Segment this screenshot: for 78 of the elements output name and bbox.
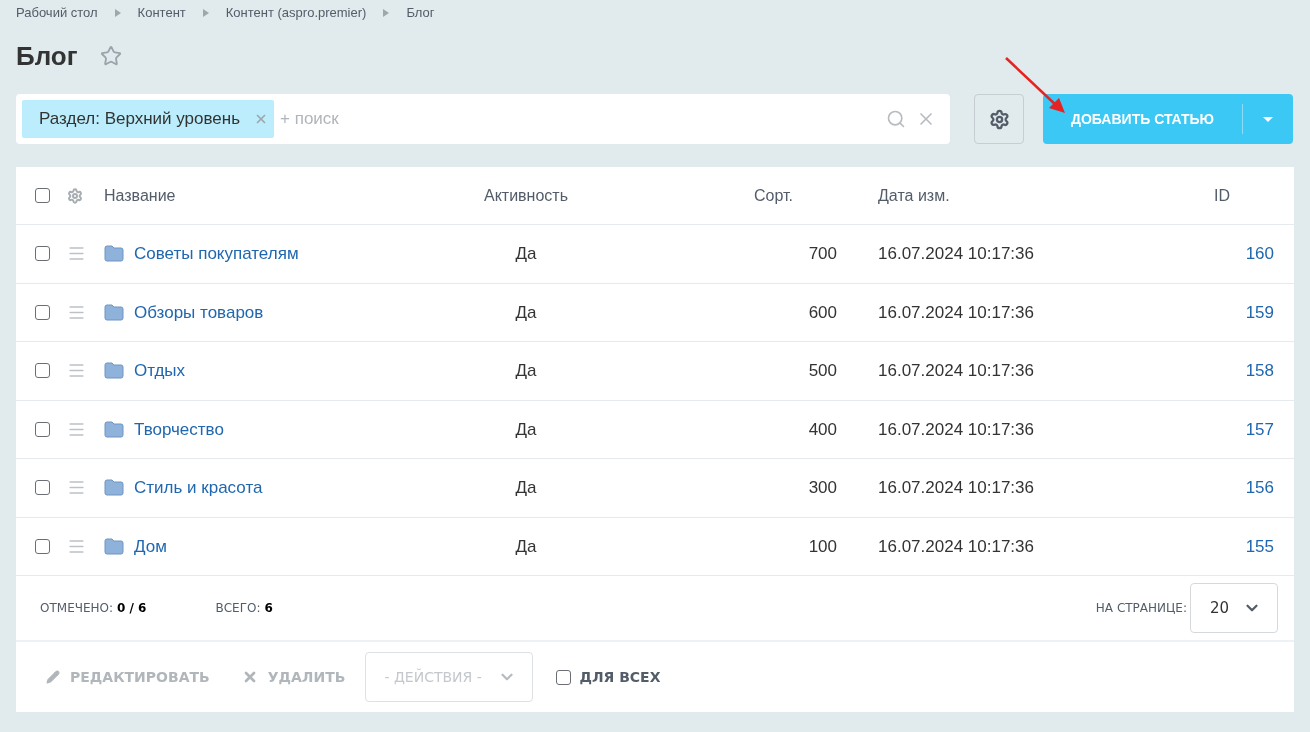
id-link[interactable]: 157: [1245, 416, 1294, 442]
date-cell-text: 16.07.2024 10:17:36: [877, 418, 1035, 441]
folder-icon: [104, 420, 124, 438]
section-name-link[interactable]: Отдых: [134, 358, 186, 384]
column-header[interactable]: Сорт.: [754, 183, 837, 208]
per-page-label: НА СТРАНИЦЕ:: [1095, 600, 1187, 617]
dropdown-caret-icon[interactable]: [1263, 116, 1273, 122]
settings-button[interactable]: [974, 94, 1024, 144]
activity-cell-text: Да: [515, 243, 537, 265]
sort-cell-text: 700: [808, 243, 837, 265]
activity-cell-text: Да: [515, 418, 537, 441]
date-cell-text: 16.07.2024 10:17:36: [877, 301, 1035, 324]
actions-dropdown-label: - ДЕЙСТВИЯ -: [384, 667, 482, 687]
row-checkbox[interactable]: [35, 363, 50, 379]
breadcrumb-separator-icon: [202, 9, 209, 17]
date-cell-text: 16.07.2024 10:17:36: [877, 360, 1035, 382]
folder-icon: [104, 537, 124, 555]
id-link[interactable]: 156: [1245, 475, 1294, 501]
sort-cell-text: 500: [808, 360, 837, 382]
row-checkbox[interactable]: [35, 246, 50, 262]
filter-tag[interactable]: Раздел: Верхний уровень: [22, 100, 275, 138]
search-input[interactable]: + поиск: [280, 106, 886, 132]
section-name-link[interactable]: Творчество: [134, 416, 224, 442]
total-count-label: ВСЕГО:: [215, 600, 261, 617]
breadcrumb-link[interactable]: Контент: [137, 3, 186, 23]
id-link[interactable]: 160: [1245, 241, 1294, 267]
activity-cell-text: Да: [515, 535, 537, 558]
id-link[interactable]: 155: [1245, 533, 1294, 559]
selected-count-label: ОТМЕЧЕНО:: [40, 600, 114, 617]
folder-icon: [104, 303, 124, 321]
column-header[interactable]: Активность: [484, 183, 568, 208]
selected-count-value: 0 / 6: [117, 600, 147, 617]
section-name-link[interactable]: Советы покупателям: [134, 241, 299, 267]
total-count-value: 6: [264, 600, 273, 617]
sort-cell-text: 600: [808, 301, 837, 324]
search-icon[interactable]: [886, 109, 906, 129]
column-header[interactable]: Дата изм.: [837, 183, 1214, 208]
breadcrumb-link[interactable]: Контент (aspro.premier): [225, 3, 367, 23]
page-title: Блог: [16, 39, 78, 73]
column-header[interactable]: Название: [104, 183, 404, 208]
breadcrumb-separator-icon: [383, 9, 390, 17]
activity-cell-text: Да: [515, 301, 537, 324]
breadcrumb-link[interactable]: Блог: [406, 3, 435, 23]
date-cell-text: 16.07.2024 10:17:36: [877, 535, 1035, 558]
id-link[interactable]: 158: [1245, 358, 1294, 384]
date-cell-text: 16.07.2024 10:17:36: [877, 243, 1035, 265]
per-page-value: 20: [1210, 597, 1230, 619]
folder-icon: [104, 362, 124, 380]
filter-tag-label: Раздел: Верхний уровень: [39, 108, 241, 131]
date-cell-text: 16.07.2024 10:17:36: [877, 477, 1035, 499]
pencil-icon: [46, 670, 60, 684]
for-all-label: ДЛЯ ВСЕХ: [579, 667, 661, 687]
select-all-checkbox[interactable]: [35, 188, 50, 203]
favorite-star-icon[interactable]: [99, 45, 122, 67]
activity-cell-text: Да: [515, 360, 537, 382]
folder-icon: [104, 245, 124, 263]
folder-icon: [104, 479, 124, 497]
id-link[interactable]: 159: [1245, 299, 1294, 325]
activity-cell-text: Да: [515, 477, 537, 499]
filter-search-field[interactable]: Раздел: Верхний уровень + поиск: [16, 94, 950, 144]
sort-cell-text: 100: [808, 535, 837, 558]
settings-icon: [988, 108, 1010, 130]
section-name-link[interactable]: Стиль и красота: [134, 475, 263, 501]
column-settings-icon[interactable]: [67, 187, 83, 204]
per-page-select[interactable]: 20: [1190, 583, 1278, 633]
for-all-checkbox[interactable]: [556, 669, 572, 685]
sort-cell-text: 300: [808, 477, 837, 499]
breadcrumb-link[interactable]: Рабочий стол: [16, 3, 98, 23]
sort-cell-text: 400: [808, 418, 837, 441]
breadcrumb-separator-icon: [114, 9, 121, 17]
row-checkbox[interactable]: [35, 304, 50, 320]
section-name-link[interactable]: Обзоры товаров: [134, 299, 264, 325]
row-checkbox[interactable]: [35, 538, 50, 554]
annotation-arrow: [1003, 55, 1067, 115]
row-checkbox[interactable]: [35, 421, 50, 437]
column-header[interactable]: ID: [1214, 183, 1294, 208]
section-name-link[interactable]: Дом: [134, 533, 167, 559]
row-checkbox[interactable]: [35, 480, 50, 496]
